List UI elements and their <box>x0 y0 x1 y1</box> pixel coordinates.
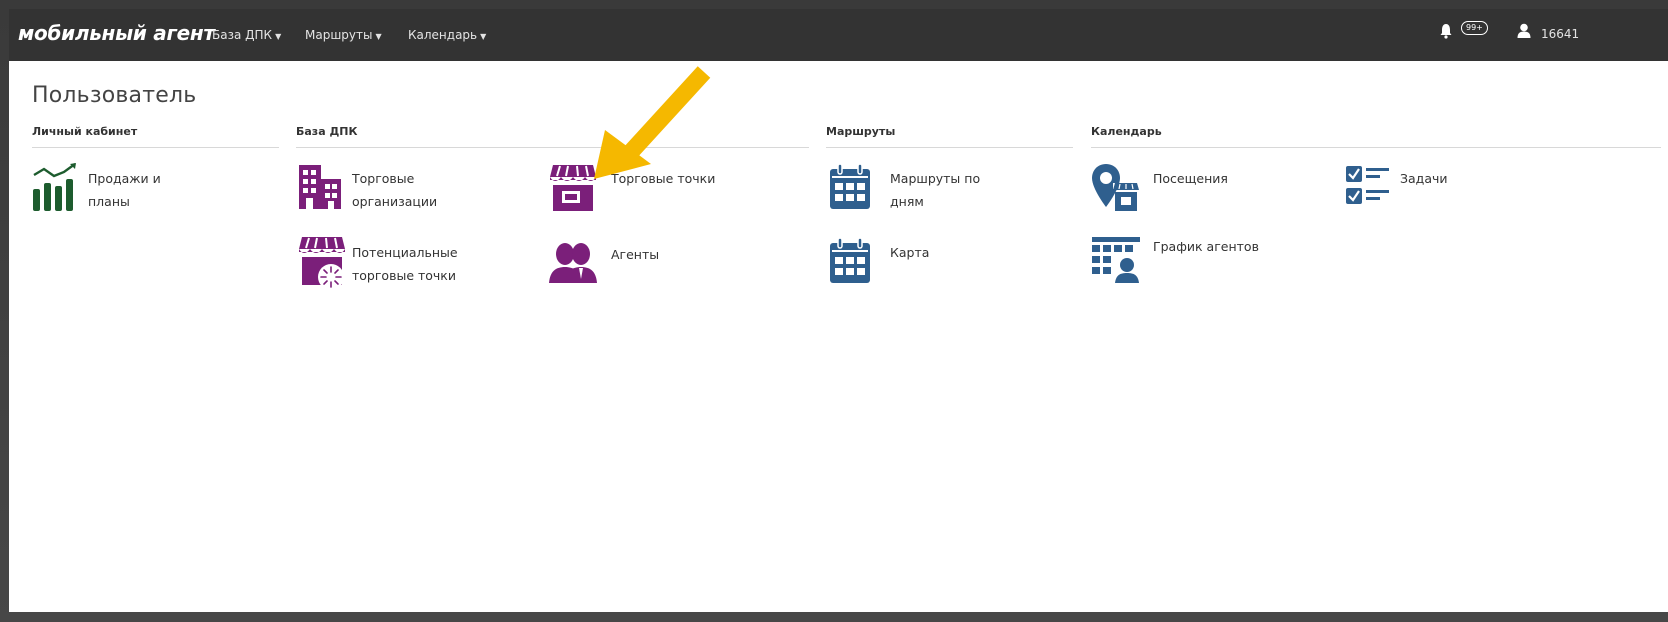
tile-label: Продажи и <box>88 171 161 186</box>
buildings-icon <box>299 165 341 209</box>
tile-label: организации <box>352 194 438 209</box>
tile-label: Посещения <box>1153 171 1228 186</box>
agents-icon <box>549 243 597 283</box>
tile-label: Торговые <box>352 171 415 186</box>
tile-agents[interactable]: Агенты <box>549 239 749 285</box>
tile-label: Карта <box>890 245 930 260</box>
tile-label: Задачи <box>1400 171 1448 186</box>
tile-label: планы <box>88 194 130 209</box>
user-icon[interactable] <box>1517 23 1531 43</box>
screenshot-frame: мобильный агент База ДПК ▼ Маршруты ▼ Кале… <box>0 0 1668 622</box>
nav-menu-label: Маршруты <box>305 28 373 42</box>
brand-logo[interactable]: мобильный агент <box>18 21 215 45</box>
section-divider <box>826 147 1073 148</box>
section-divider <box>296 147 809 148</box>
tile-label: торговые точки <box>352 268 456 283</box>
section-title-routes: Маршруты <box>826 125 896 138</box>
user-id[interactable]: 16641 <box>1541 27 1579 41</box>
nav-menu-base-dpk[interactable]: База ДПК ▼ <box>212 28 281 42</box>
agent-schedule-icon <box>1092 237 1140 283</box>
tile-routes-by-day[interactable]: Маршруты по дням <box>829 163 1029 215</box>
section-title-base: База ДПК <box>296 125 358 138</box>
section-divider <box>32 147 279 148</box>
tile-sales-plans[interactable]: Продажи и планы <box>32 163 232 215</box>
section-title-calendar: Календарь <box>1091 125 1162 138</box>
top-navbar: мобильный агент База ДПК ▼ Маршруты ▼ Кале… <box>9 9 1668 61</box>
section-divider <box>1091 147 1661 148</box>
tile-potential-trade-points[interactable]: Потенциальные торговые точки <box>298 235 498 289</box>
tile-label: Агенты <box>611 247 660 262</box>
notification-badge[interactable]: 99+ <box>1461 21 1488 35</box>
page-title: Пользователь <box>32 83 197 108</box>
tasks-checklist-icon <box>1346 166 1389 204</box>
tile-agent-schedule[interactable]: График агентов <box>1091 235 1291 285</box>
tile-map[interactable]: Карта <box>829 237 1029 287</box>
nav-menu-calendar[interactable]: Календарь ▼ <box>408 28 486 42</box>
calendar-map-icon <box>830 237 870 283</box>
nav-menu-label: Календарь <box>408 28 478 42</box>
potential-store-icon <box>299 237 345 289</box>
tile-label: дням <box>890 194 924 209</box>
visit-location-icon <box>1092 164 1139 211</box>
nav-menu-label: База ДПК <box>212 28 273 42</box>
tile-label: Маршруты по <box>890 171 981 186</box>
section-title-personal: Личный кабинет <box>32 125 138 138</box>
tile-label: Потенциальные <box>352 245 458 260</box>
sales-chart-icon <box>33 163 76 211</box>
app-window: мобильный агент База ДПК ▼ Маршруты ▼ Кале… <box>9 9 1668 612</box>
nav-menu-routes[interactable]: Маршруты ▼ <box>305 28 382 42</box>
chevron-down-icon: ▼ <box>275 32 282 41</box>
tile-trade-organizations[interactable]: Торговые организации <box>298 163 498 215</box>
bell-icon[interactable] <box>1440 23 1452 43</box>
tile-label: График агентов <box>1153 239 1259 254</box>
chevron-down-icon: ▼ <box>480 32 487 41</box>
annotation-arrow-icon <box>594 66 711 179</box>
tile-tasks[interactable]: Задачи <box>1345 163 1545 211</box>
chevron-down-icon: ▼ <box>375 32 382 41</box>
tile-visits[interactable]: Посещения <box>1091 163 1291 215</box>
calendar-icon <box>830 163 870 209</box>
